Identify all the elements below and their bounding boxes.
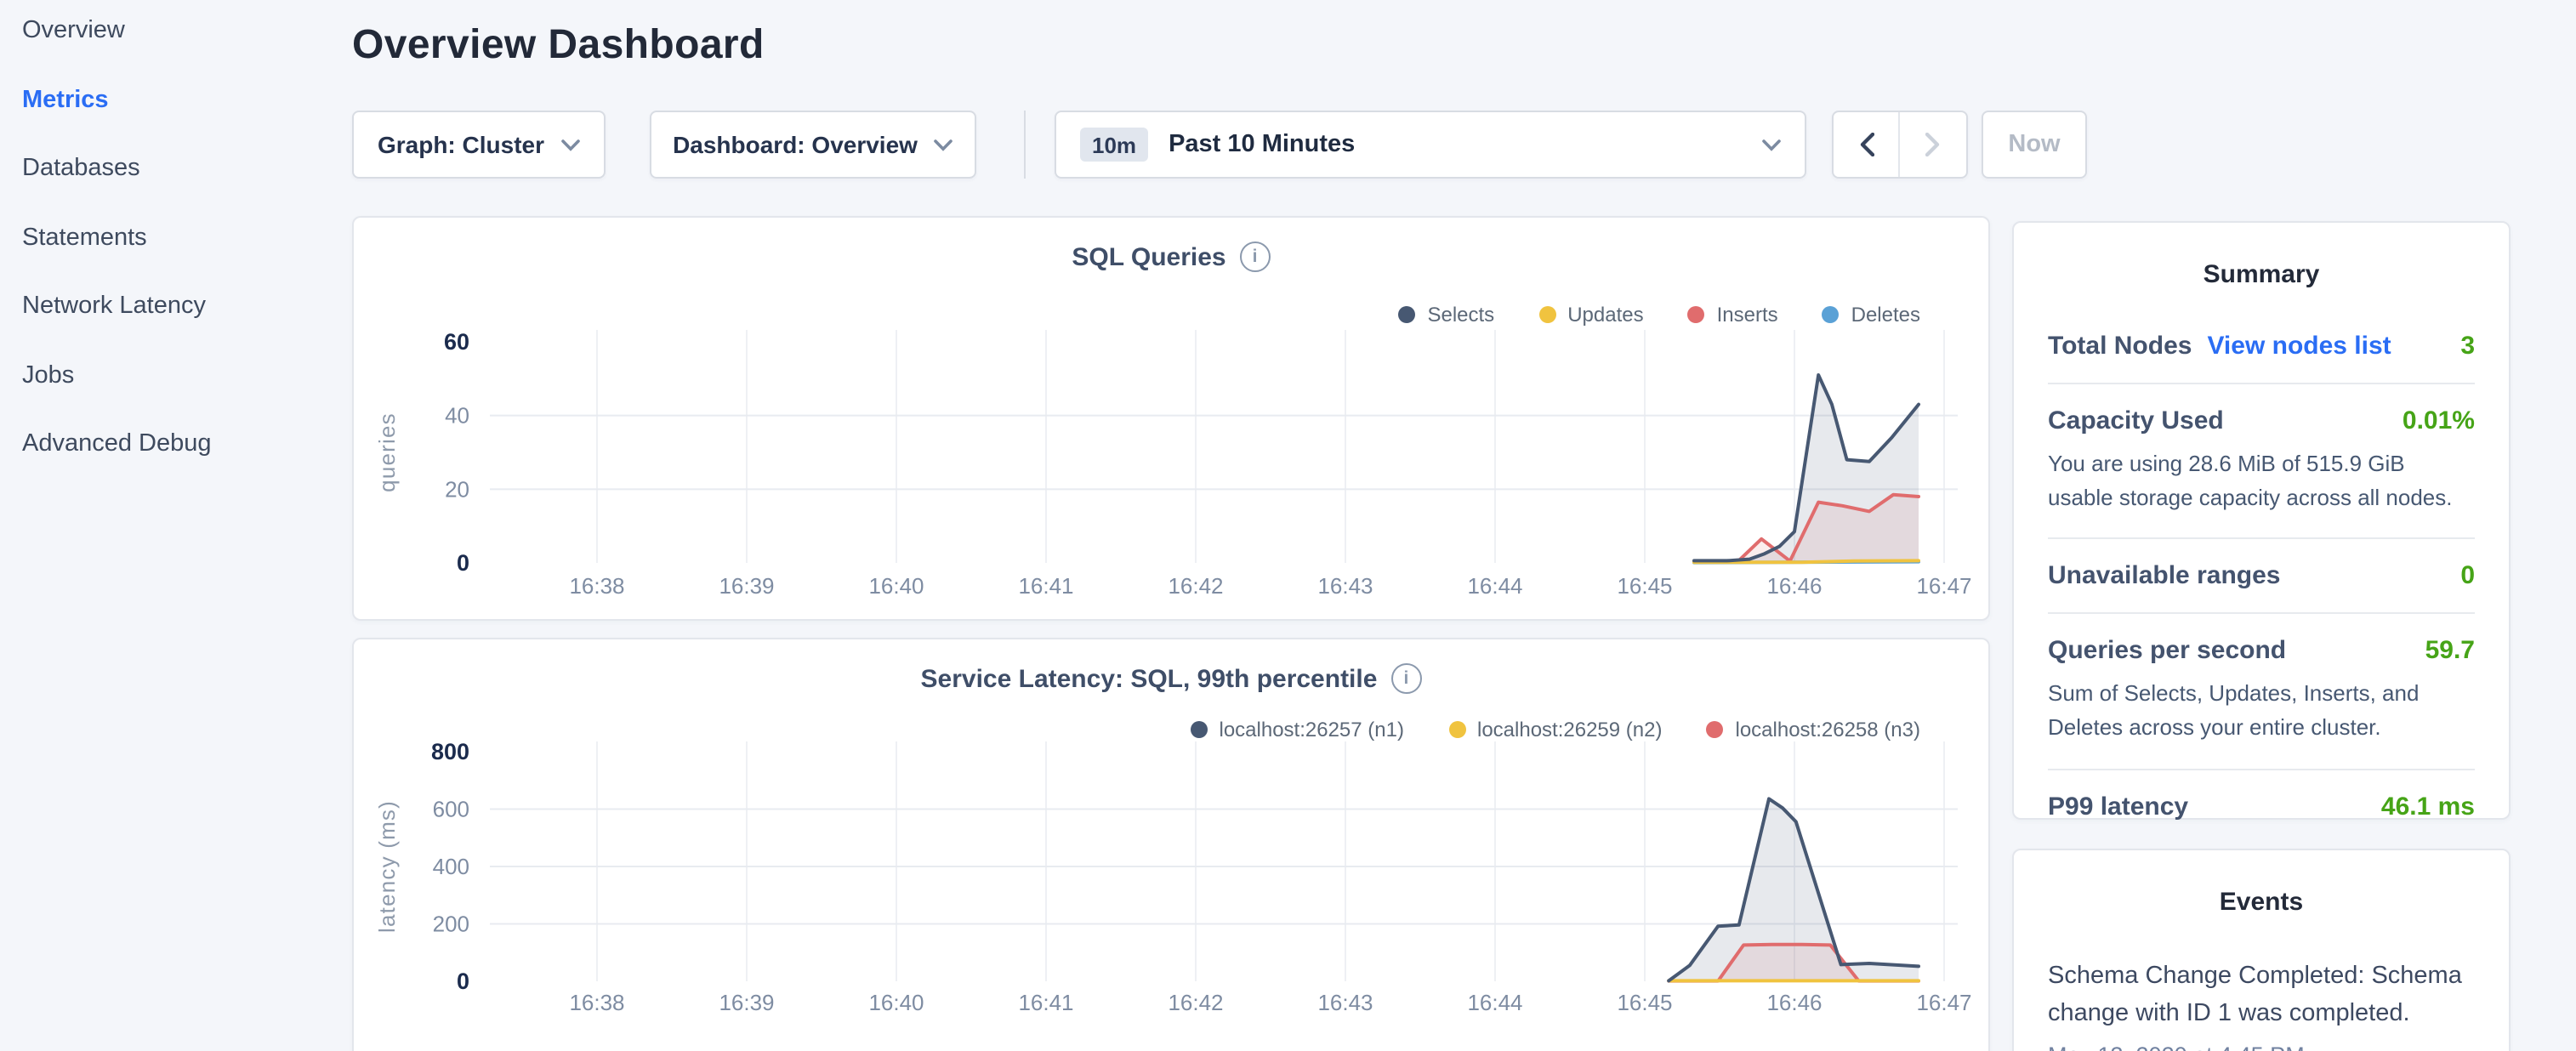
summary-value: 46.1 ms [2381,792,2475,821]
x-axis-tick: 16:42 [1168,573,1223,599]
sidebar-item-advanced-debug[interactable]: Advanced Debug [22,427,328,461]
sidebar-item-databases[interactable]: Databases [22,151,328,185]
x-axis-tick: 16:44 [1467,573,1522,599]
chevron-down-icon [561,139,580,151]
chart-canvas[interactable]: 16:38 16:39 16:40 16:41 16:42 16:43 16:44 16:45… [354,218,1992,622]
summary-description: Sum of Selects, Updates, Inserts, and De… [2048,678,2475,747]
y-axis-label: queries [374,412,400,492]
x-axis-tick: 16:47 [1916,990,1971,1015]
summary-label: Capacity Used [2048,406,2224,435]
dashboard-dropdown-label: Dashboard: Overview [673,131,918,158]
chevron-right-icon [1925,133,1941,156]
x-axis-tick: 16:43 [1317,573,1373,599]
page-title: Overview Dashboard [352,22,765,70]
summary-label: Total Nodes [2048,332,2192,361]
x-axis-tick: 16:41 [1018,990,1073,1015]
summary-row-queries-per-second: Queries per second 59.7 Sum of Selects, … [2048,637,2475,747]
x-axis-tick: 16:39 [719,573,774,599]
x-axis-tick: 16:43 [1317,990,1373,1015]
y-axis-tick: 0 [457,550,469,576]
y-axis-tick: 40 [445,403,469,429]
sidebar-item-network-latency[interactable]: Network Latency [22,289,328,323]
y-axis-tick: 0 [457,969,469,994]
summary-label: P99 latency [2048,792,2188,821]
event-text: Schema Change Completed: Schema change w… [2048,959,2475,1033]
y-axis-tick: 600 [433,797,469,822]
x-axis-tick: 16:42 [1168,990,1223,1015]
series-area [1669,798,1919,981]
x-axis-tick: 16:46 [1766,990,1822,1015]
sidebar-item-jobs[interactable]: Jobs [22,358,328,392]
y-axis-tick: 200 [433,912,469,937]
service-latency-chart-card: Service Latency: SQL, 99th percentile i … [352,638,1990,1051]
dashboard-dropdown[interactable]: Dashboard: Overview [650,111,976,179]
summary-label: Unavailable ranges [2048,562,2280,591]
series-area [1694,375,1919,563]
x-axis-tick: 16:45 [1617,990,1672,1015]
next-time-button[interactable] [1900,112,1966,177]
summary-value: 59.7 [2425,637,2475,666]
divider [2048,383,2475,384]
summary-description: You are using 28.6 MiB of 515.9 GiB usab… [2048,447,2475,516]
page: Overview Metrics Databases Statements Ne… [0,0,2576,1051]
summary-value: 0 [2460,562,2475,591]
toolbar-divider [1024,111,1026,179]
y-axis-tick: 20 [445,476,469,502]
divider [2048,768,2475,770]
x-axis-tick: 16:46 [1766,573,1822,599]
x-axis-tick: 16:45 [1617,573,1672,599]
chart-canvas[interactable]: 16:38 16:39 16:40 16:41 16:42 16:43 16:44 16:45… [354,639,1992,1051]
events-panel: Events Schema Change Completed: Schema c… [2012,849,2511,1051]
x-axis-tick: 16:39 [719,990,774,1015]
graph-dropdown-label: Graph: Cluster [378,131,544,158]
summary-title: Summary [2048,260,2475,289]
view-nodes-list-link[interactable]: View nodes list [2207,332,2391,361]
x-axis-tick: 16:47 [1916,573,1971,599]
time-pager [1832,111,1968,179]
x-axis-tick: 16:40 [868,573,924,599]
sidebar-item-statements[interactable]: Statements [22,220,328,254]
divider [2048,538,2475,540]
prev-time-button[interactable] [1834,112,1900,177]
summary-row-p99-latency: P99 latency 46.1 ms [2048,792,2475,821]
graph-dropdown[interactable]: Graph: Cluster [352,111,606,179]
y-axis-tick: 60 [444,329,469,355]
x-axis-tick: 16:38 [569,573,624,599]
summary-row-capacity-used: Capacity Used 0.01% You are using 28.6 M… [2048,406,2475,516]
chevron-down-icon [1762,139,1781,151]
sql-queries-chart-card: SQL Queries i SelectsUpdatesInsertsDelet… [352,216,1990,621]
x-axis-tick: 16:41 [1018,573,1073,599]
now-button[interactable]: Now [1982,111,2087,179]
events-title: Events [2048,888,2475,917]
y-axis-tick: 800 [431,739,469,764]
sidebar-item-overview[interactable]: Overview [22,14,328,48]
time-range-dropdown[interactable]: 10m Past 10 Minutes [1055,111,1806,179]
divider [2048,613,2475,615]
chevron-left-icon [1858,133,1874,156]
summary-label: Queries per second [2048,637,2286,666]
sidebar-item-metrics[interactable]: Metrics [22,82,328,116]
x-axis-tick: 16:40 [868,990,924,1015]
summary-value: 3 [2460,332,2475,361]
summary-value: 0.01% [2403,406,2475,435]
sidebar: Overview Metrics Databases Statements Ne… [22,14,328,496]
time-range-label: Past 10 Minutes [1169,131,1355,158]
chevron-down-icon [935,139,953,151]
event-timestamp: May 13, 2020 at 4:45 PM [2048,1042,2475,1051]
time-range-badge: 10m [1080,128,1148,162]
summary-row-total-nodes: Total Nodes View nodes list 3 [2048,332,2475,361]
y-axis-label: latency (ms) [374,800,400,933]
x-axis-tick: 16:38 [569,990,624,1015]
x-axis-tick: 16:44 [1467,990,1522,1015]
event-list-item[interactable]: Schema Change Completed: Schema change w… [2048,959,2475,1051]
summary-row-unavailable-ranges: Unavailable ranges 0 [2048,562,2475,591]
summary-panel: Summary Total Nodes View nodes list 3 Ca… [2012,221,2511,820]
y-axis-tick: 400 [433,854,469,879]
